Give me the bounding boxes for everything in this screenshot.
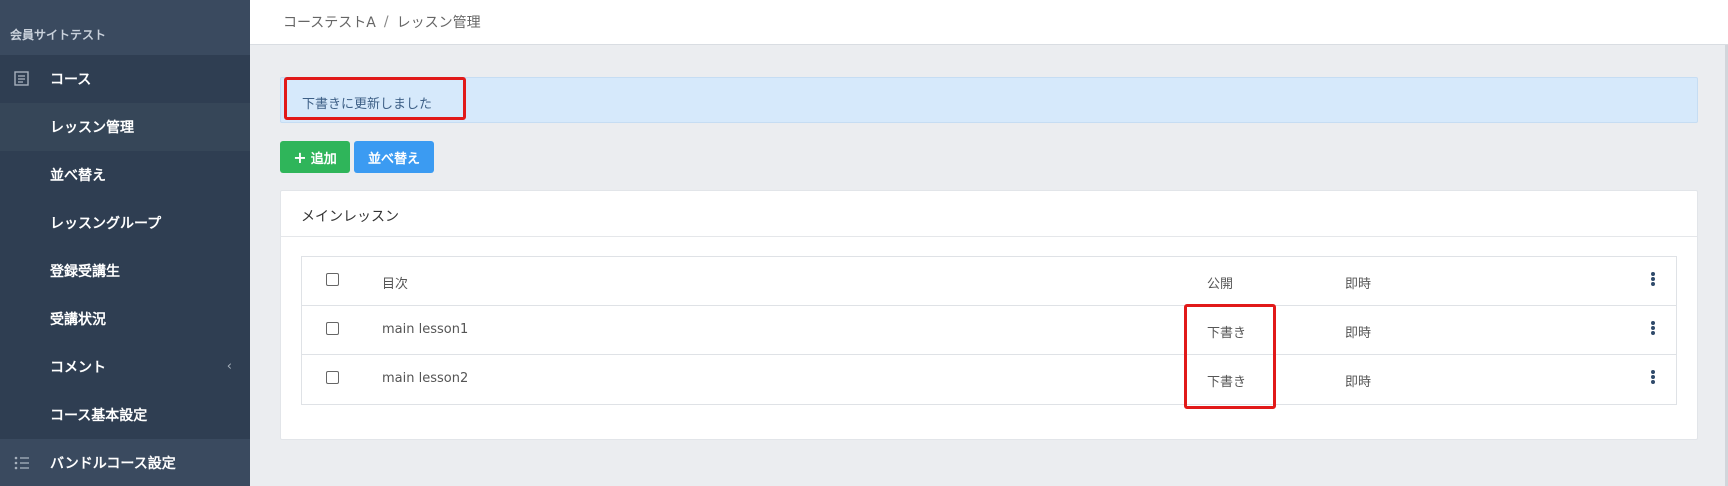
sidebar-item-label: 受講状況 (50, 312, 106, 328)
breadcrumb-current: レッスン管理 (396, 15, 481, 31)
breadcrumb-separator: / (383, 14, 389, 30)
sort-button[interactable]: 並べ替え (354, 141, 434, 173)
add-button[interactable]: + 追加 (280, 141, 350, 173)
highlight-box-status (1184, 304, 1276, 409)
lesson-title[interactable]: main lesson2 (382, 371, 468, 386)
row-checkbox[interactable] (326, 371, 339, 384)
sort-button-label: 並べ替え (367, 151, 420, 167)
more-vert-icon[interactable] (1650, 321, 1656, 337)
plus-icon: + (293, 147, 307, 167)
status-alert: 下書きに更新しました (280, 77, 1698, 123)
sidebar-item-progress[interactable]: 受講状況 (0, 295, 250, 343)
sidebar-item-label: コメント (50, 360, 106, 376)
more-vert-icon[interactable] (1650, 370, 1656, 386)
main-lesson-card: メインレッスン 目次 公開 即時 main lesson1 下書き 即時 mai… (280, 190, 1698, 440)
breadcrumb: コーステストA / レッスン管理 (250, 0, 1728, 45)
sidebar-item-lesson-management[interactable]: レッスン管理 (0, 103, 250, 151)
sidebar-item-comment[interactable]: コメント ‹ (0, 343, 250, 391)
lesson-title[interactable]: main lesson1 (382, 322, 468, 337)
sidebar-item-bundle-course[interactable]: バンドルコース設定 (0, 439, 250, 486)
sidebar-item-course[interactable]: コース (0, 55, 250, 103)
sidebar-item-lesson-group[interactable]: レッスングループ (0, 199, 250, 247)
more-vert-icon[interactable] (1650, 272, 1656, 288)
sidebar-item-course-settings[interactable]: コース基本設定 (0, 391, 250, 439)
sidebar-item-sort[interactable]: 並べ替え (0, 151, 250, 199)
sidebar-item-label: レッスン管理 (50, 120, 134, 136)
table-row[interactable]: main lesson1 下書き 即時 (302, 306, 1676, 355)
table-header-row: 目次 公開 即時 (302, 257, 1676, 306)
sidebar-item-label: バンドルコース設定 (50, 456, 176, 472)
column-header-instant: 即時 (1345, 277, 1372, 292)
sidebar-item-registered-students[interactable]: 登録受講生 (0, 247, 250, 295)
card-title: メインレッスン (281, 191, 1697, 237)
sidebar-item-label: レッスングループ (50, 216, 162, 232)
sidebar-brand: 会員サイトテスト (0, 0, 250, 55)
table-row[interactable]: main lesson2 下書き 即時 (302, 355, 1676, 404)
column-header-title: 目次 (382, 277, 409, 292)
breadcrumb-course[interactable]: コーステストA (283, 12, 376, 32)
column-header-public: 公開 (1207, 277, 1234, 292)
document-icon (13, 70, 31, 88)
sidebar-item-label: 登録受講生 (50, 264, 120, 280)
select-all-checkbox[interactable] (326, 273, 339, 286)
sidebar-item-label: コース基本設定 (50, 408, 148, 424)
highlight-box-alert (284, 77, 466, 120)
sidebar: 会員サイトテスト コース レッスン管理 並べ替え レッスングループ 登録受講生 … (0, 0, 250, 486)
lesson-instant: 即時 (1345, 375, 1372, 390)
lesson-table: 目次 公開 即時 main lesson1 下書き 即時 main lesson… (301, 256, 1677, 405)
sidebar-item-label: 並べ替え (50, 168, 106, 184)
row-checkbox[interactable] (326, 322, 339, 335)
add-button-label: 追加 (310, 151, 337, 167)
sidebar-item-label: コース (50, 72, 92, 88)
lesson-instant: 即時 (1345, 326, 1372, 341)
list-icon (13, 454, 31, 472)
chevron-left-icon: ‹ (226, 359, 232, 374)
